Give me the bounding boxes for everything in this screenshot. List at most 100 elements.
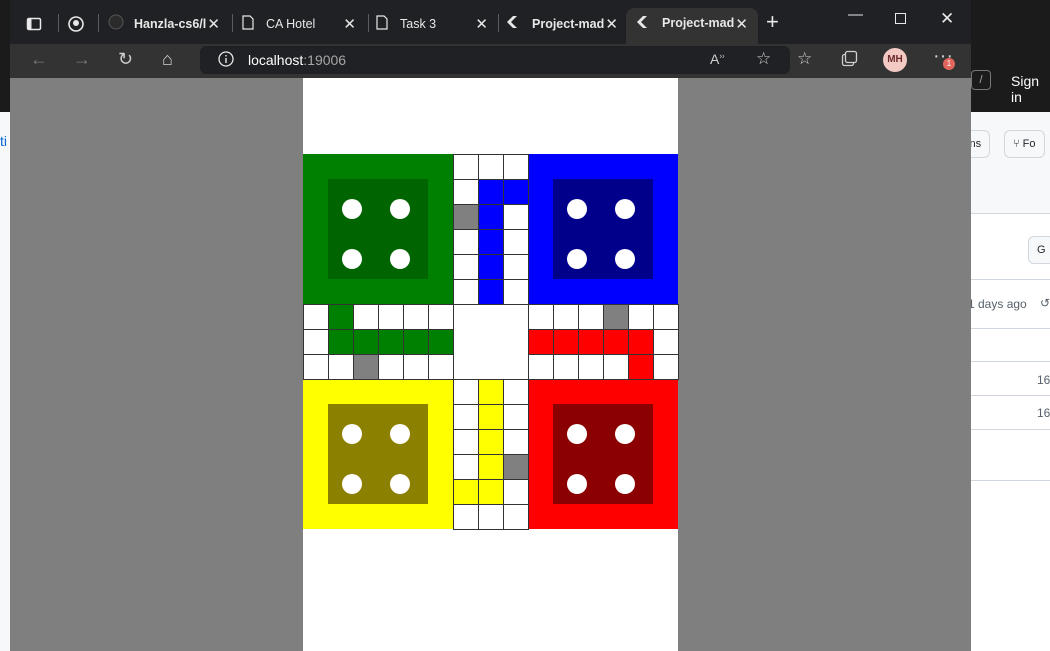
board-cell[interactable]: [303, 354, 329, 380]
yellow-cell[interactable]: [478, 429, 504, 455]
yellow-pawn[interactable]: [390, 424, 410, 444]
board-cell[interactable]: [503, 154, 529, 180]
board-cell[interactable]: [453, 504, 479, 530]
board-cell[interactable]: [528, 304, 554, 330]
go-to-file-button[interactable]: G: [1028, 236, 1050, 264]
board-cell[interactable]: [403, 354, 429, 380]
board-cell[interactable]: [503, 479, 529, 505]
close-icon[interactable]: ✕: [605, 15, 618, 33]
board-cell[interactable]: [378, 304, 404, 330]
board-cell[interactable]: [403, 304, 429, 330]
board-cell[interactable]: [453, 279, 479, 305]
green-cell[interactable]: [353, 329, 379, 355]
blue-pawn[interactable]: [567, 249, 587, 269]
blue-cell[interactable]: [503, 179, 529, 205]
maximize-icon[interactable]: [895, 11, 906, 28]
tab-actions-icon[interactable]: [26, 9, 48, 38]
background-link-fragment[interactable]: ti: [0, 133, 7, 149]
board-cell[interactable]: [303, 329, 329, 355]
blue-cell[interactable]: [478, 179, 504, 205]
close-icon[interactable]: ✕: [735, 15, 748, 33]
yellow-pawn[interactable]: [390, 474, 410, 494]
board-cell[interactable]: [328, 354, 354, 380]
blue-pawn[interactable]: [615, 199, 635, 219]
board-cell[interactable]: [578, 304, 604, 330]
yellow-pawn[interactable]: [342, 474, 362, 494]
tab-task-3[interactable]: Task 3 ✕: [374, 9, 498, 38]
board-cell[interactable]: [453, 404, 479, 430]
board-cell[interactable]: [503, 404, 529, 430]
blue-cell[interactable]: [478, 279, 504, 305]
green-pawn[interactable]: [390, 199, 410, 219]
minimize-icon[interactable]: —: [848, 6, 863, 23]
yellow-cell[interactable]: [478, 454, 504, 480]
board-cell[interactable]: [653, 304, 679, 330]
board-cell[interactable]: [503, 379, 529, 405]
tab-project-mad-active[interactable]: Project-mad ✕: [626, 8, 758, 44]
add-favorite-icon[interactable]: ☆: [756, 49, 771, 69]
green-pawn[interactable]: [390, 249, 410, 269]
board-cell[interactable]: [478, 154, 504, 180]
favorites-icon[interactable]: ☆: [797, 49, 812, 69]
board-cell[interactable]: [428, 304, 454, 330]
board-cell[interactable]: [453, 454, 479, 480]
github-icon[interactable]: [68, 9, 90, 38]
yellow-cell[interactable]: [478, 404, 504, 430]
red-pawn[interactable]: [615, 424, 635, 444]
forward-icon[interactable]: →: [73, 49, 91, 70]
fork-button[interactable]: ⑂ Fo: [1004, 130, 1045, 158]
tab-ca-hotel[interactable]: CA Hotel ✕: [240, 9, 366, 38]
red-cell[interactable]: [578, 329, 604, 355]
close-window-icon[interactable]: ✕: [940, 9, 954, 29]
back-icon[interactable]: ←: [30, 49, 48, 70]
red-cell[interactable]: [553, 329, 579, 355]
yellow-cell[interactable]: [478, 479, 504, 505]
board-cell[interactable]: [653, 329, 679, 355]
board-cell[interactable]: [503, 504, 529, 530]
board-cell[interactable]: [453, 229, 479, 255]
tab-hanzla[interactable]: Hanzla-cs6/l ✕: [106, 9, 230, 38]
board-cell[interactable]: [603, 354, 629, 380]
green-pawn[interactable]: [342, 249, 362, 269]
close-icon[interactable]: ✕: [207, 15, 220, 33]
board-cell[interactable]: [428, 354, 454, 380]
safe-cell[interactable]: [603, 304, 629, 330]
home-icon[interactable]: ⌂: [162, 49, 173, 70]
new-tab-icon[interactable]: +: [766, 9, 779, 35]
blue-pawn[interactable]: [567, 199, 587, 219]
red-cell[interactable]: [603, 329, 629, 355]
green-pawn[interactable]: [342, 199, 362, 219]
close-icon[interactable]: ✕: [475, 15, 488, 33]
yellow-pawn[interactable]: [342, 424, 362, 444]
board-cell[interactable]: [453, 429, 479, 455]
blue-pawn[interactable]: [615, 249, 635, 269]
collections-icon[interactable]: [841, 50, 858, 72]
read-aloud-icon[interactable]: A››: [710, 51, 725, 67]
red-pawn[interactable]: [567, 474, 587, 494]
blue-cell[interactable]: [478, 204, 504, 230]
red-cell[interactable]: [628, 354, 654, 380]
yellow-cell[interactable]: [478, 379, 504, 405]
board-cell[interactable]: [578, 354, 604, 380]
board-cell[interactable]: [653, 354, 679, 380]
board-cell[interactable]: [528, 354, 554, 380]
safe-cell[interactable]: [503, 454, 529, 480]
profile-avatar[interactable]: MH: [883, 48, 907, 72]
yellow-cell[interactable]: [453, 479, 479, 505]
board-cell[interactable]: [503, 254, 529, 280]
board-cell[interactable]: [453, 254, 479, 280]
red-cell[interactable]: [528, 329, 554, 355]
red-pawn[interactable]: [567, 424, 587, 444]
board-cell[interactable]: [628, 304, 654, 330]
board-cell[interactable]: [503, 279, 529, 305]
history-icon[interactable]: ↺: [1040, 296, 1050, 310]
close-icon[interactable]: ✕: [343, 15, 356, 33]
board-cell[interactable]: [353, 304, 379, 330]
board-cell[interactable]: [453, 379, 479, 405]
sign-in-link[interactable]: Sign in: [1011, 73, 1050, 105]
info-icon[interactable]: [218, 51, 234, 72]
board-cell[interactable]: [503, 204, 529, 230]
green-cell[interactable]: [428, 329, 454, 355]
green-cell[interactable]: [403, 329, 429, 355]
green-cell[interactable]: [328, 304, 354, 330]
